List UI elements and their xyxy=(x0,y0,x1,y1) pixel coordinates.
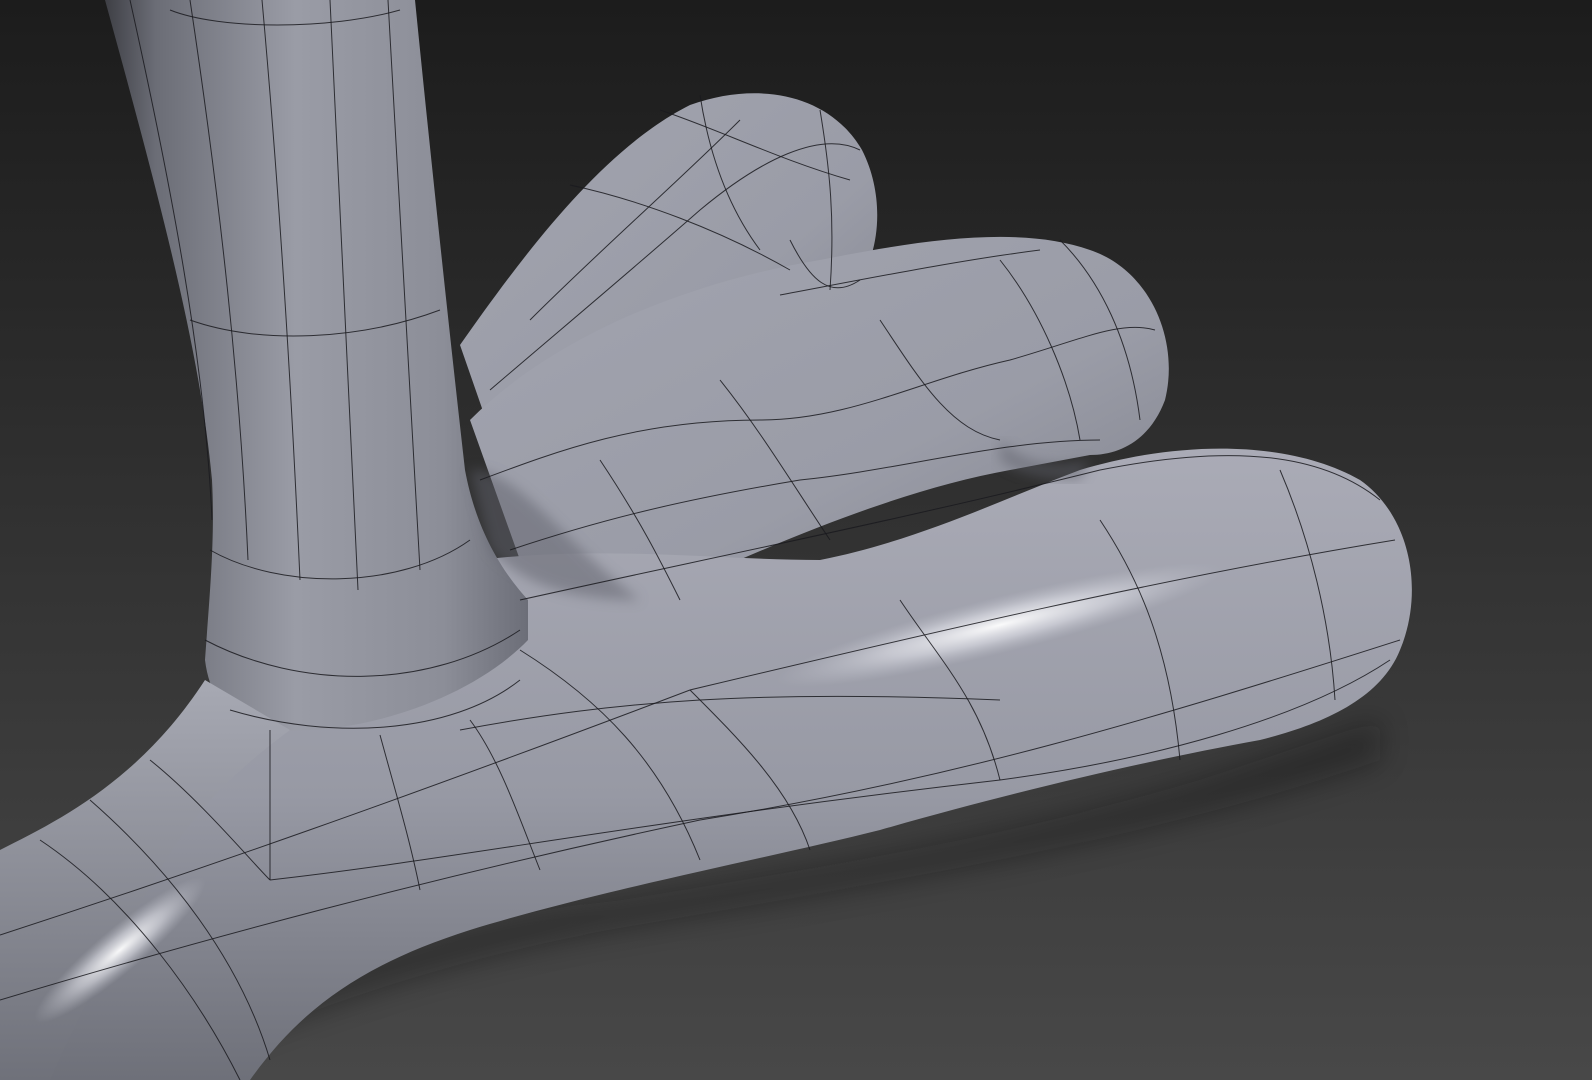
viewport-canvas[interactable] xyxy=(0,0,1592,1080)
3d-viewport[interactable] xyxy=(0,0,1592,1080)
